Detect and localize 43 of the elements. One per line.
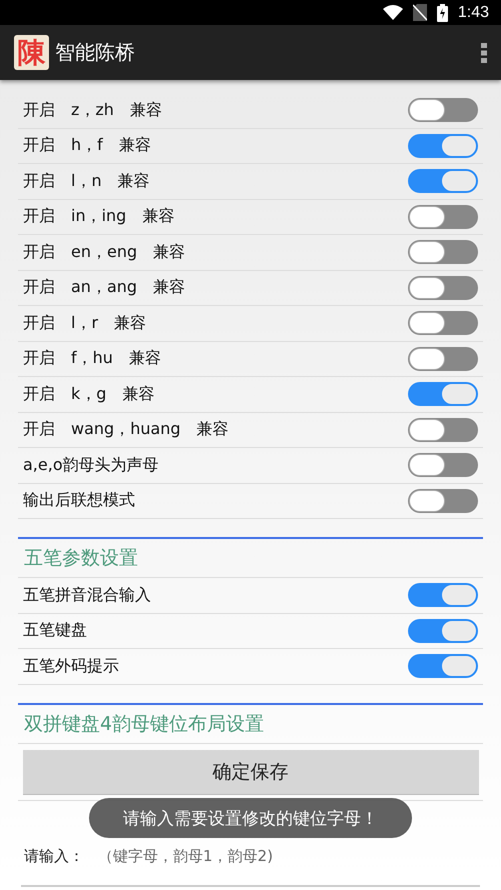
option-label: 开启 f，hu 兼容 [23, 348, 161, 370]
option-label: a,e,o韵母头为声母 [23, 454, 159, 476]
toggle-switch[interactable] [408, 654, 478, 678]
save-button[interactable]: 确定保存 [22, 750, 478, 794]
option-label: 开启 en，eng 兼容 [23, 242, 186, 263]
toggle-switch[interactable] [408, 311, 478, 336]
no-sim-icon [412, 4, 427, 21]
option-label: 五笔拼音混合输入 [23, 584, 151, 606]
toggle-switch[interactable] [408, 169, 478, 194]
section-header: 五笔参数设置 [18, 539, 483, 578]
toggle-switch[interactable] [408, 276, 478, 300]
clock-time: 1:43 [458, 4, 489, 22]
toggle-switch[interactable] [408, 240, 478, 264]
battery-icon [436, 4, 448, 22]
app-title: 智能陈桥 [55, 39, 136, 66]
input-field[interactable]: （键字母，韵母1，韵母2) [98, 846, 477, 882]
toggle-switch[interactable] [408, 98, 478, 122]
option-label: 输出后联想模式 [23, 490, 135, 512]
option-label: 开启 z，zh 兼容 [23, 100, 162, 121]
option-label: 开启 wang，huang 兼容 [23, 419, 229, 440]
wifi-icon [382, 5, 403, 20]
toggle-switch[interactable] [408, 346, 478, 371]
option-label: 开启 l，n 兼容 [23, 170, 150, 192]
section-header: 双拼键盘4韵母键位布局设置 [18, 704, 483, 744]
toggle-switch[interactable] [408, 382, 478, 406]
option-label: 五笔键盘 [23, 620, 87, 642]
option-label: 开启 in，ing 兼容 [23, 206, 174, 228]
message-toast: 请输入需要设置修改的键位字母！ [89, 798, 412, 838]
toggle-switch[interactable] [408, 204, 478, 229]
toggle-switch[interactable] [408, 583, 478, 608]
option-label: 开启 k，g 兼容 [23, 384, 154, 405]
option-label: 开启 l，r 兼容 [23, 312, 146, 334]
overflow-menu-icon[interactable] [481, 42, 487, 62]
toggle-switch[interactable] [408, 418, 478, 442]
toggle-switch[interactable] [408, 618, 478, 643]
toggle-switch[interactable] [408, 453, 478, 478]
toggle-switch[interactable] [408, 488, 478, 513]
option-label: 开启 an，ang 兼容 [23, 277, 186, 298]
toggle-switch[interactable] [408, 134, 478, 158]
option-label: 五笔外码提示 [23, 656, 119, 677]
option-label: 开启 h，f 兼容 [23, 135, 151, 156]
app-logo: 陳 [14, 35, 49, 70]
input-label: 请输入： [24, 846, 84, 864]
